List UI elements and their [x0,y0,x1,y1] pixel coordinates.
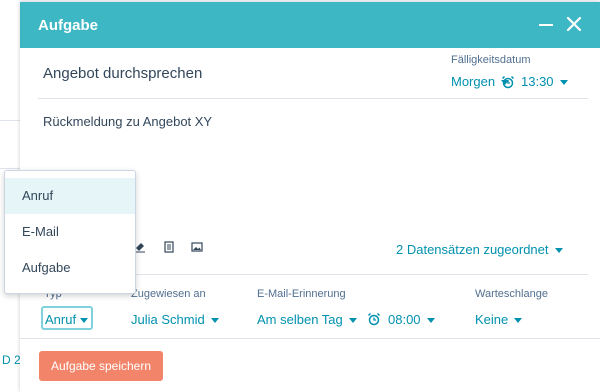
footer-divider [20,338,600,339]
queue-select[interactable]: Keine [475,312,523,327]
due-date-label: Fälligkeitsdatum [451,54,531,66]
dropdown-option-email[interactable]: E-Mail [5,214,135,250]
chevron-down-icon [80,318,89,324]
task-title-input[interactable]: Angebot durchsprechen [43,65,202,82]
reminder-time-select[interactable]: 08:00 [388,312,435,327]
type-select[interactable]: Anruf [45,312,89,327]
dropdown-option-task[interactable]: Aufgabe [5,250,135,286]
chevron-down-icon [426,318,435,324]
type-value: Anruf [45,312,77,327]
queue-label: Warteschlange [475,288,548,300]
chevron-down-icon [514,318,523,324]
document-icon[interactable] [163,241,175,253]
alarm-clock-icon [367,312,381,326]
associations-dropdown[interactable]: 2 Datensätzen zugeordnet [396,242,563,257]
alarm-clock-icon [501,75,515,89]
divider [38,98,588,99]
minimize-icon[interactable] [539,24,553,26]
email-reminder-label: E-Mail-Erinnerung [257,288,346,300]
dropdown-option-call[interactable]: Anruf [5,178,135,214]
chevron-down-icon [554,248,563,254]
chevron-down-icon [348,318,357,324]
type-dropdown-menu: Anruf E-Mail Aufgabe [4,170,136,294]
save-task-button[interactable]: Aufgabe speichern [39,351,163,381]
chevron-down-icon [559,80,568,86]
background-divider [0,168,20,169]
assigned-to-label: Zugewiesen an [131,288,206,300]
dialog-header: Aufgabe [20,2,600,48]
assigned-to-select[interactable]: Julia Schmid [131,312,219,327]
queue-value: Keine [475,312,509,327]
chevron-down-icon [210,318,219,324]
associations-label: 2 Datensätzen zugeordnet [396,242,549,257]
image-icon[interactable] [191,241,203,253]
background-divider [0,120,20,121]
email-reminder-select[interactable]: Am selben Tag [257,312,357,327]
dialog-title: Aufgabe [38,17,98,34]
assigned-to-value: Julia Schmid [131,312,205,327]
due-date-value: Morgen [451,74,496,89]
close-icon[interactable] [566,16,582,32]
due-time-select[interactable]: 13:30 [521,74,568,89]
email-reminder-value: Am selben Tag [257,312,343,327]
task-notes-editor[interactable]: Rückmeldung zu Angebot XY [43,114,212,129]
due-time-value: 13:30 [521,74,554,89]
reminder-time-value: 08:00 [388,312,421,327]
